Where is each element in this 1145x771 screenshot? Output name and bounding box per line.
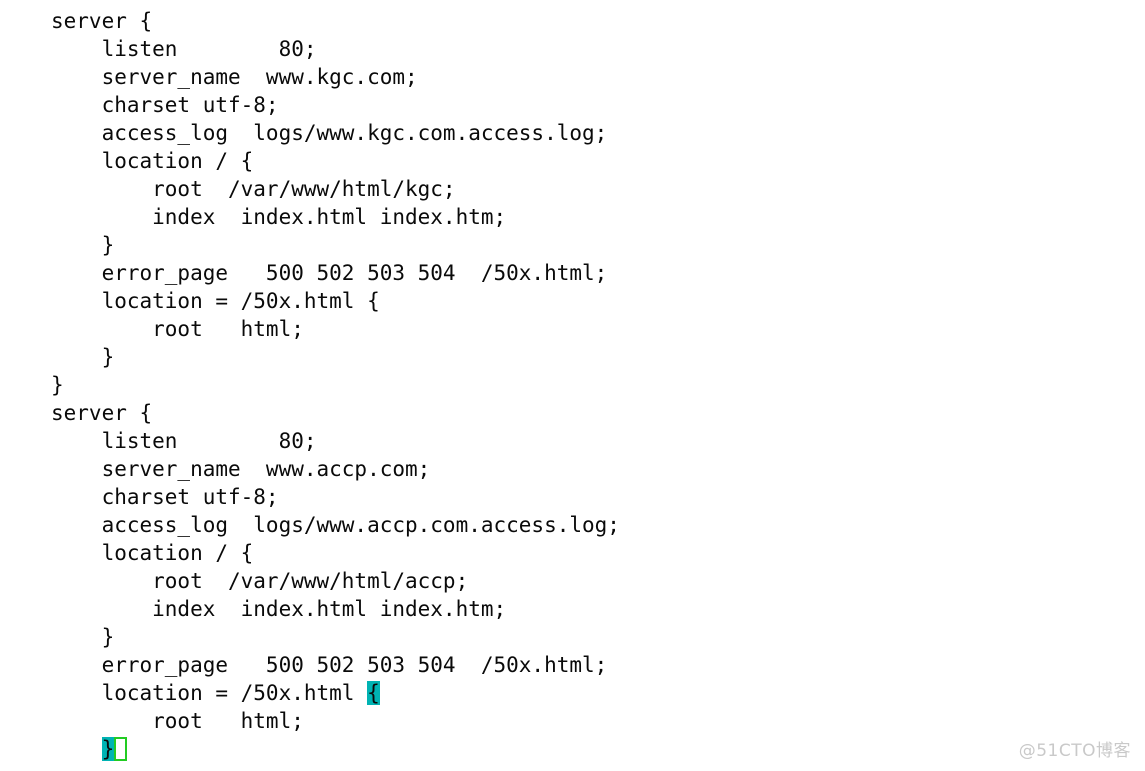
text-cursor-block <box>114 737 128 761</box>
code-line: error_page 500 502 503 504 /50x.html; <box>51 651 620 679</box>
code-line: root /var/www/html/accp; <box>51 567 620 595</box>
code-line: root /var/www/html/kgc; <box>51 175 620 203</box>
code-line: location / { <box>51 539 620 567</box>
code-line-text: location = /50x.html <box>51 681 368 705</box>
code-line: server { <box>51 7 620 35</box>
code-line: listen 80; <box>51 427 620 455</box>
code-line-text: server { <box>51 9 153 33</box>
code-line: charset utf-8; <box>51 91 620 119</box>
code-line-text: location = /50x.html { <box>51 289 380 313</box>
code-line-text: access_log logs/www.accp.com.access.log; <box>51 513 620 537</box>
code-line: server_name www.kgc.com; <box>51 63 620 91</box>
code-line-text: index index.html index.htm; <box>51 597 507 621</box>
matching-open-brace-highlight: { <box>367 681 380 705</box>
code-line-with-open-brace: location = /50x.html { <box>51 679 620 707</box>
code-line: error_page 500 502 503 504 /50x.html; <box>51 259 620 287</box>
code-line: index index.html index.htm; <box>51 595 620 623</box>
code-line: server { <box>51 399 620 427</box>
code-line: access_log logs/www.kgc.com.access.log; <box>51 119 620 147</box>
code-text-area[interactable]: server { listen 80; server_name www.kgc.… <box>51 7 620 763</box>
code-line-text: location / { <box>51 541 254 565</box>
code-line-text: index index.html index.htm; <box>51 205 507 229</box>
code-line-text: location / { <box>51 149 254 173</box>
code-line-text: access_log logs/www.kgc.com.access.log; <box>51 121 608 145</box>
site-watermark: @51CTO博客 <box>1018 741 1131 761</box>
code-line-text: root /var/www/html/accp; <box>51 569 469 593</box>
code-line-text: } <box>51 373 64 397</box>
code-line-text: root html; <box>51 709 304 733</box>
code-line: } <box>51 623 620 651</box>
code-line: root html; <box>51 707 620 735</box>
code-line-text: server { <box>51 401 153 425</box>
code-line-text: } <box>51 345 115 369</box>
code-line-text: root /var/www/html/kgc; <box>51 177 456 201</box>
code-line: listen 80; <box>51 35 620 63</box>
code-line-text: root html; <box>51 317 304 341</box>
code-line-text: listen 80; <box>51 37 317 61</box>
code-line-text: } <box>51 233 115 257</box>
code-line-text: server_name www.kgc.com; <box>51 65 418 89</box>
code-line-with-close-brace: } <box>51 735 620 763</box>
code-line: access_log logs/www.accp.com.access.log; <box>51 511 620 539</box>
code-line: index index.html index.htm; <box>51 203 620 231</box>
code-line-text: } <box>51 625 115 649</box>
code-line-text: listen 80; <box>51 429 317 453</box>
code-line: } <box>51 371 620 399</box>
code-line-text: charset utf-8; <box>51 485 279 509</box>
code-line: location / { <box>51 147 620 175</box>
code-line-text: charset utf-8; <box>51 93 279 117</box>
code-line: } <box>51 343 620 371</box>
matching-close-brace-highlight: } <box>101 737 115 761</box>
code-line: server_name www.accp.com; <box>51 455 620 483</box>
code-line: location = /50x.html { <box>51 287 620 315</box>
code-editor-viewport[interactable]: server { listen 80; server_name www.kgc.… <box>0 0 1145 771</box>
code-line: } <box>51 231 620 259</box>
code-line-text: error_page 500 502 503 504 /50x.html; <box>51 261 608 285</box>
code-line: charset utf-8; <box>51 483 620 511</box>
code-line-text: server_name www.accp.com; <box>51 457 431 481</box>
code-line-text: error_page 500 502 503 504 /50x.html; <box>51 653 608 677</box>
code-line: root html; <box>51 315 620 343</box>
